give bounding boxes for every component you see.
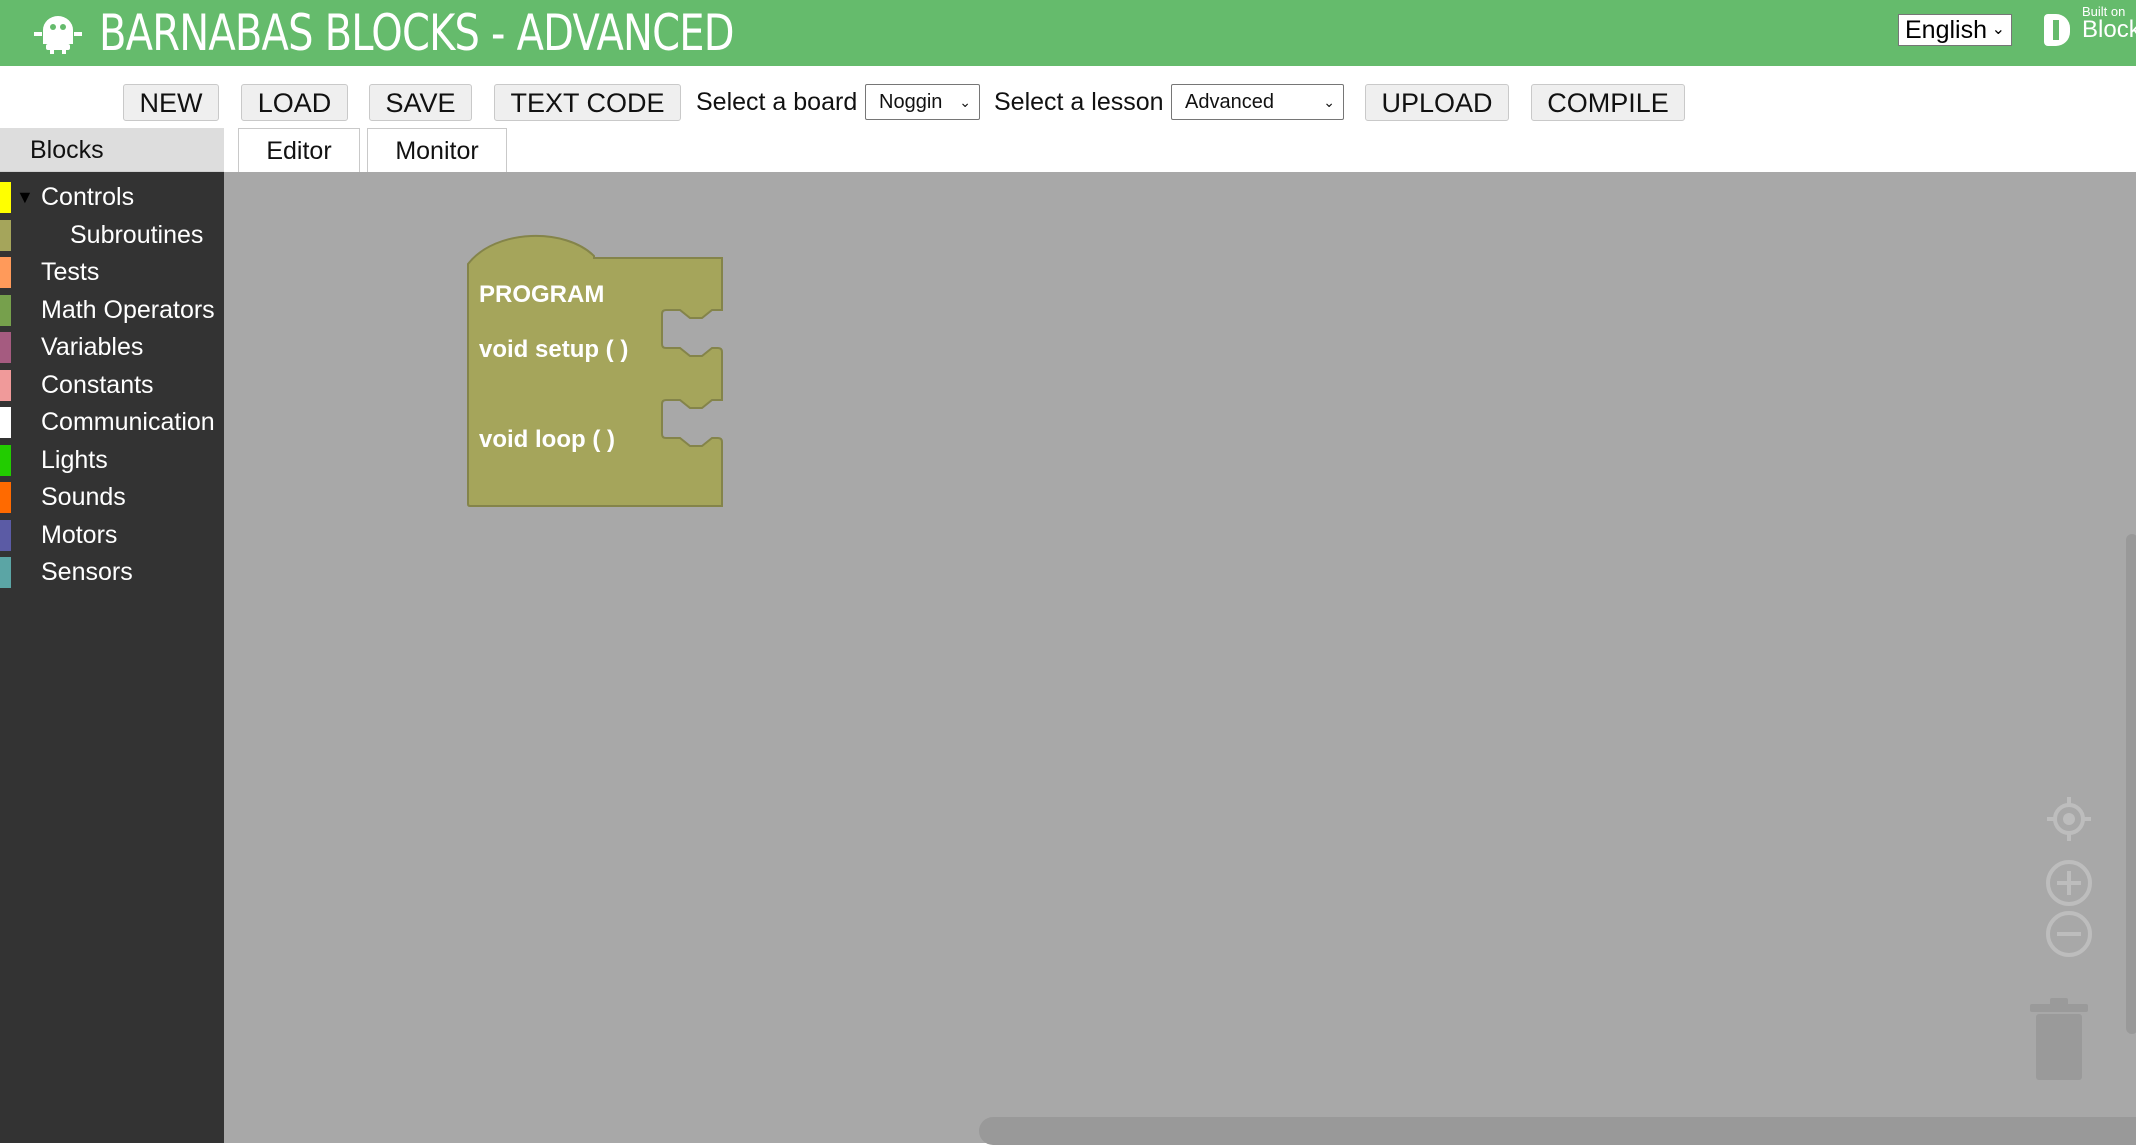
category-color-swatch: [0, 257, 11, 288]
category-label: Sensors: [41, 558, 133, 586]
category-color-swatch: [0, 332, 11, 363]
category-label: Communication: [41, 408, 215, 436]
category-color-swatch: [0, 520, 11, 551]
lesson-select[interactable]: Advanced ⌄: [1171, 84, 1344, 120]
robot-icon: [34, 16, 82, 54]
category-color-swatch: [0, 482, 11, 513]
tab-monitor[interactable]: Monitor: [367, 128, 507, 172]
vertical-scrollbar[interactable]: [2126, 534, 2136, 1034]
category-sounds[interactable]: Sounds: [0, 479, 224, 515]
blockly-logo-icon: [2044, 14, 2070, 46]
category-label: Lights: [41, 446, 108, 474]
lesson-select-value: Advanced: [1185, 91, 1274, 113]
board-select[interactable]: Noggin ⌄: [865, 84, 980, 120]
toolbar: NEW LOAD SAVE TEXT CODE Select a board N…: [0, 66, 2136, 128]
category-label: Subroutines: [70, 221, 204, 249]
app-title: BARNABAS BLOCKS - ADVANCED: [99, 4, 735, 62]
category-color-swatch: [0, 220, 11, 251]
chevron-down-icon: ⌄: [959, 94, 971, 110]
block-category-toolbox: ▼ Controls Subroutines Tests Math Operat…: [0, 172, 224, 1143]
category-label: Sounds: [41, 483, 126, 511]
category-math-operators[interactable]: Math Operators: [0, 292, 224, 328]
category-color-swatch: [0, 445, 11, 476]
upload-button[interactable]: UPLOAD: [1365, 84, 1509, 121]
setup-function-label: void setup ( ): [479, 336, 629, 363]
chevron-down-icon: ⌄: [1991, 21, 2005, 38]
category-communication[interactable]: Communication: [0, 404, 224, 440]
lesson-select-label: Select a lesson: [994, 88, 1164, 116]
category-label: Variables: [41, 333, 144, 361]
category-color-swatch: [0, 182, 11, 213]
zoom-in-icon[interactable]: [2044, 858, 2094, 908]
category-tests[interactable]: Tests: [0, 254, 224, 290]
tab-editor[interactable]: Editor: [238, 128, 360, 172]
program-block-shape: [467, 234, 723, 507]
program-block[interactable]: PROGRAM void setup ( ) void loop ( ): [466, 234, 726, 510]
category-subroutines[interactable]: Subroutines: [0, 217, 224, 253]
chevron-down-icon: ⌄: [1323, 94, 1335, 110]
category-label: Math Operators: [41, 296, 215, 324]
category-controls[interactable]: ▼ Controls: [0, 179, 224, 215]
category-label: Constants: [41, 371, 154, 399]
recenter-icon[interactable]: [2044, 794, 2094, 844]
board-select-value: Noggin: [879, 91, 943, 113]
category-lights[interactable]: Lights: [0, 442, 224, 478]
category-motors[interactable]: Motors: [0, 517, 224, 553]
built-on-blockly-link[interactable]: Built on Block: [2040, 4, 2136, 48]
program-block-title: PROGRAM: [479, 281, 605, 308]
category-label: Motors: [41, 521, 118, 549]
blockly-workspace[interactable]: PROGRAM void setup ( ) void loop ( ): [224, 172, 2136, 1145]
tab-blocks[interactable]: Blocks: [0, 128, 224, 172]
blockly-label: Block: [2082, 16, 2136, 43]
load-button[interactable]: LOAD: [241, 84, 348, 121]
category-label: Tests: [41, 258, 100, 286]
expand-triangle-icon[interactable]: ▼: [16, 179, 34, 215]
category-color-swatch: [0, 370, 11, 401]
category-variables[interactable]: Variables: [0, 329, 224, 365]
new-button[interactable]: NEW: [123, 84, 219, 121]
save-button[interactable]: SAVE: [369, 84, 472, 121]
text-code-button[interactable]: TEXT CODE: [494, 84, 681, 121]
app-header: BARNABAS BLOCKS - ADVANCED English ⌄ Bui…: [0, 0, 2136, 66]
compile-button[interactable]: COMPILE: [1531, 84, 1685, 121]
category-color-swatch: [0, 557, 11, 588]
language-value: English: [1905, 16, 1987, 44]
horizontal-scrollbar[interactable]: [979, 1117, 2136, 1145]
category-sensors[interactable]: Sensors: [0, 554, 224, 590]
language-select[interactable]: English ⌄: [1898, 14, 2012, 46]
category-color-swatch: [0, 407, 11, 438]
category-color-swatch: [0, 295, 11, 326]
category-label: Controls: [41, 183, 135, 211]
zoom-out-icon[interactable]: [2044, 909, 2094, 959]
category-constants[interactable]: Constants: [0, 367, 224, 403]
loop-function-label: void loop ( ): [479, 426, 615, 453]
board-select-label: Select a board: [696, 88, 858, 116]
trash-icon[interactable]: [2024, 996, 2094, 1086]
